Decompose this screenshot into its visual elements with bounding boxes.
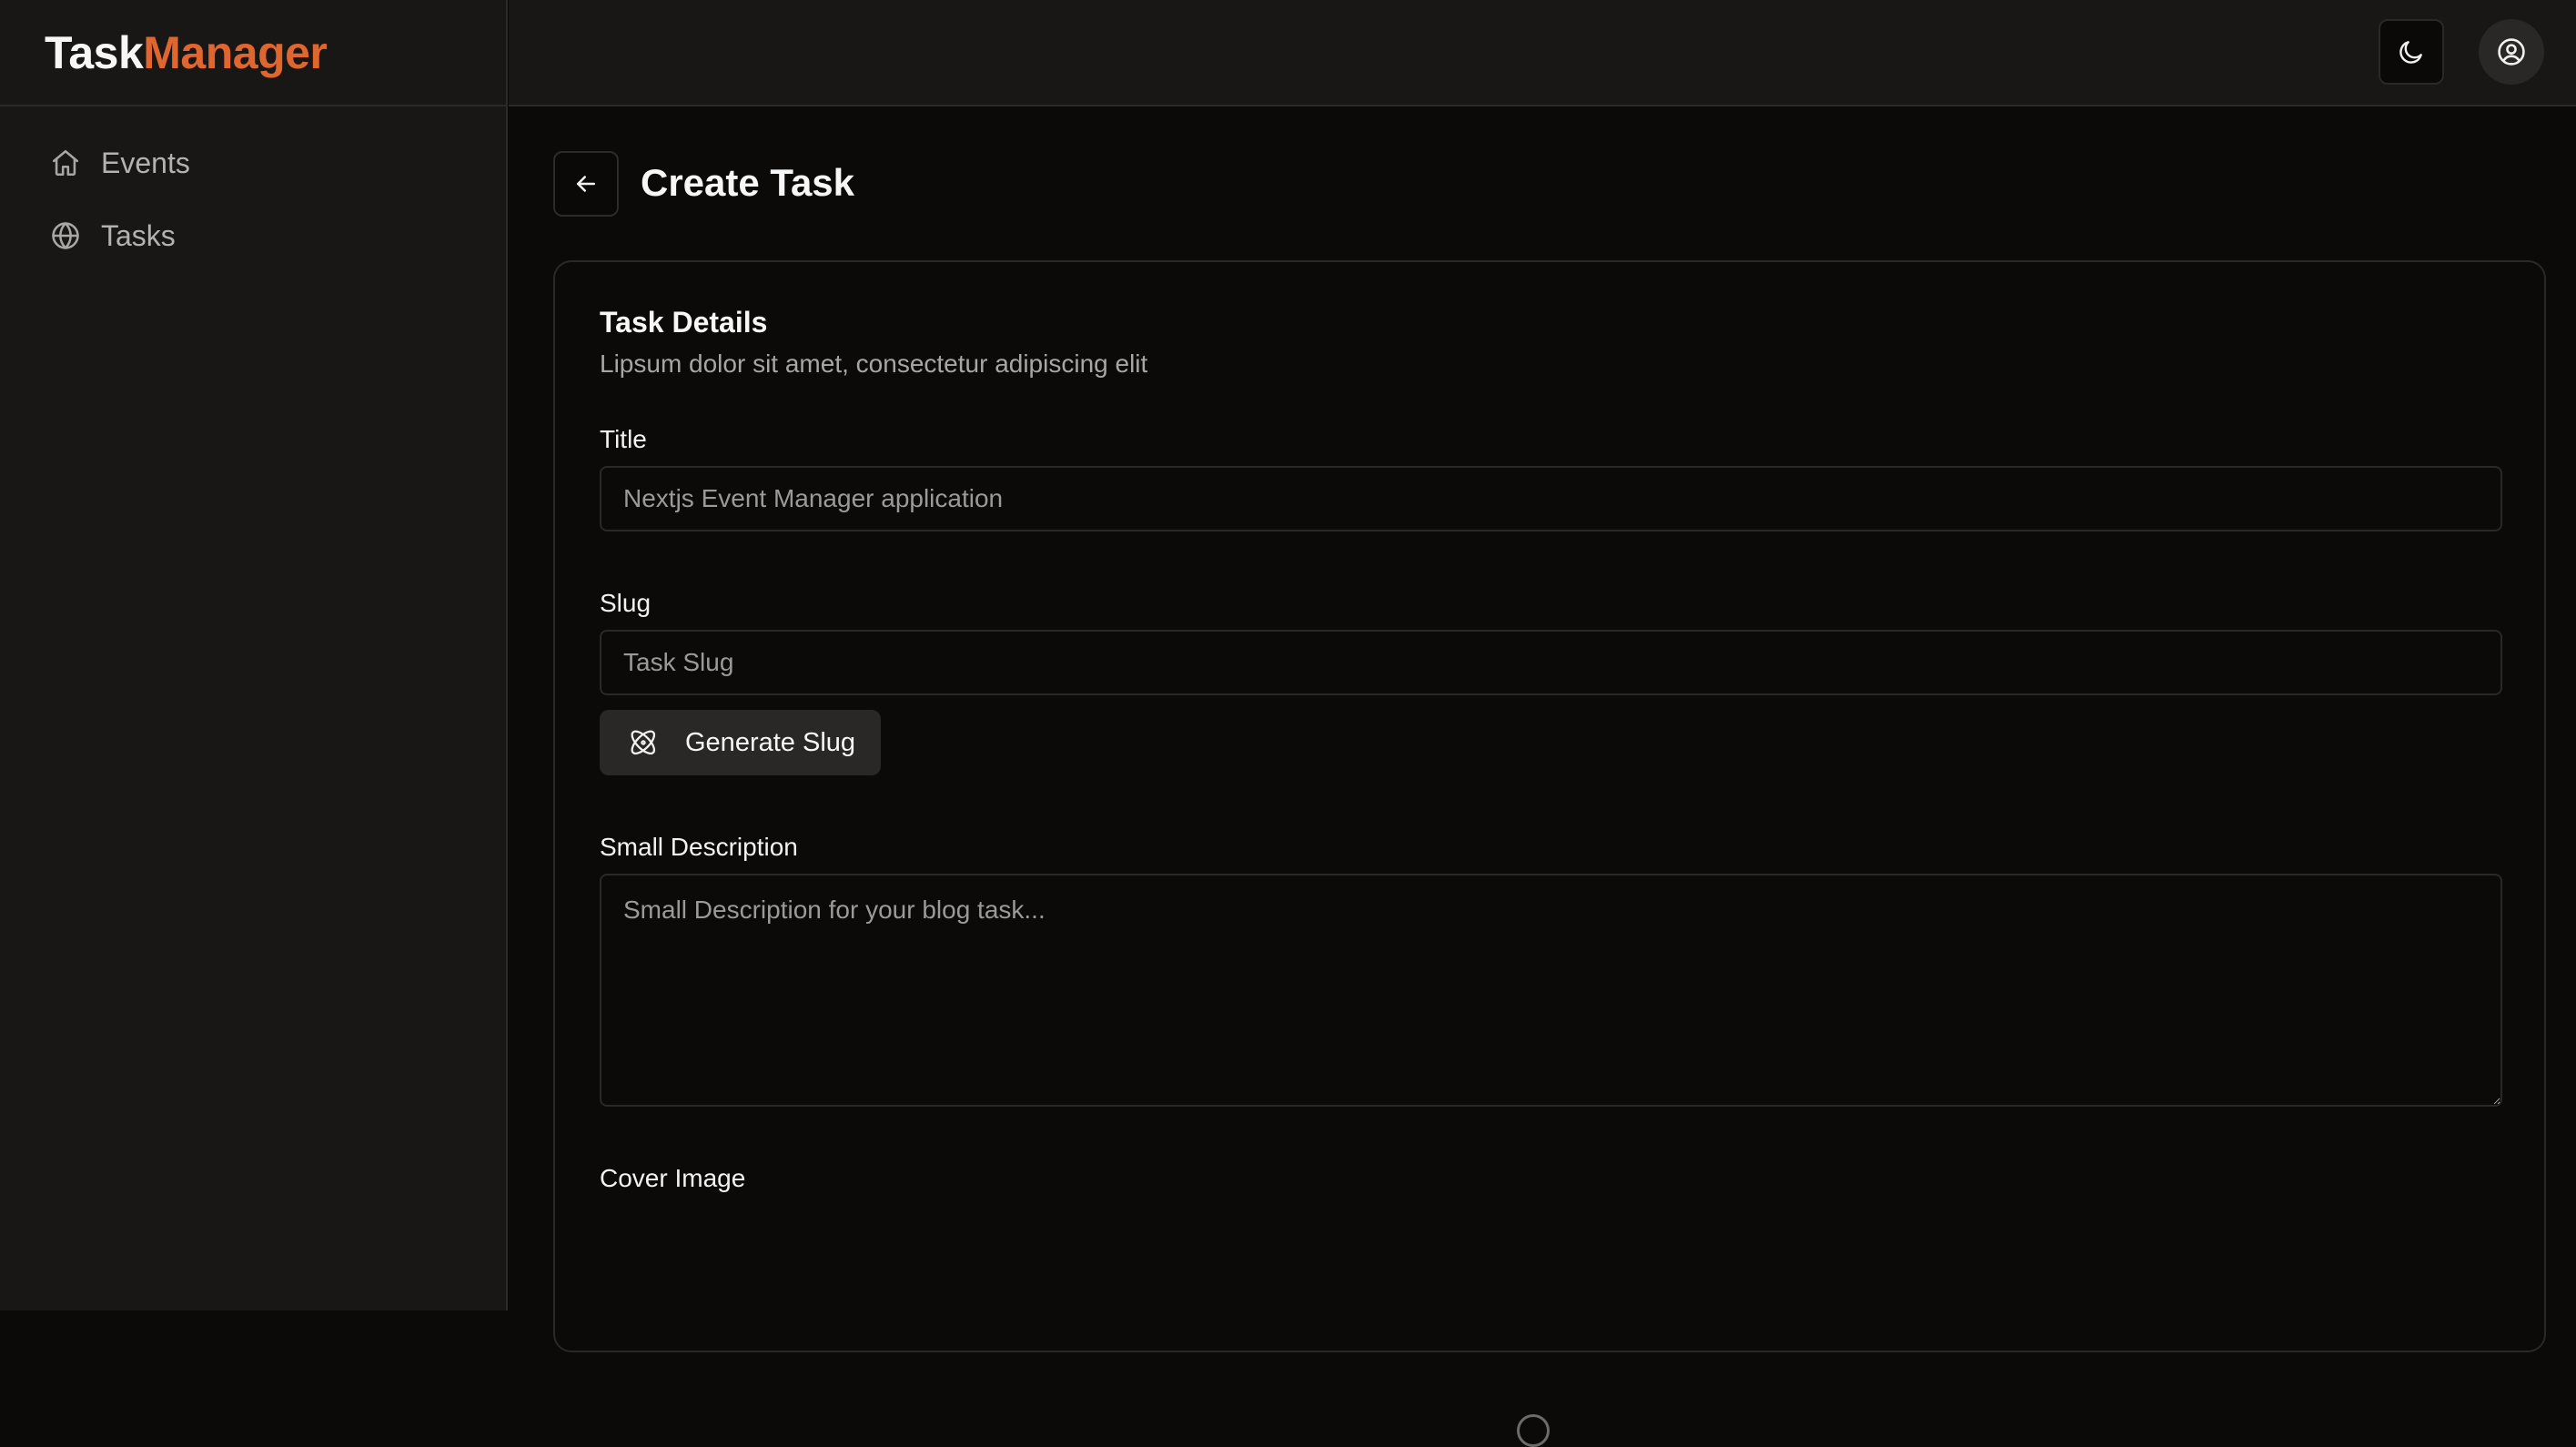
- cover-image-label: Cover Image: [600, 1164, 746, 1192]
- sidebar-nav: Events Tasks: [0, 106, 506, 272]
- globe-icon: [50, 220, 81, 251]
- card-description: Lipsum dolor sit amet, consectetur adipi…: [600, 349, 1148, 378]
- sidebar-item-tasks[interactable]: Tasks: [0, 199, 506, 272]
- sidebar-item-label: Events: [101, 146, 190, 179]
- moon-icon: [2397, 37, 2426, 66]
- generate-slug-button[interactable]: Generate Slug: [600, 710, 881, 775]
- sidebar-item-events[interactable]: Events: [0, 126, 506, 199]
- page-title: Create Task: [641, 161, 855, 204]
- brand-name-part2: Manager: [143, 26, 328, 78]
- brand-name-part1: Task: [45, 26, 144, 78]
- brand-logo[interactable]: Task Manager: [0, 0, 506, 106]
- user-menu-button[interactable]: [2479, 19, 2544, 85]
- back-button[interactable]: [553, 151, 619, 217]
- slug-input[interactable]: [600, 630, 2502, 695]
- theme-toggle-button[interactable]: [2379, 19, 2444, 85]
- atom-icon: [629, 728, 685, 757]
- sidebar-item-label: Tasks: [101, 218, 176, 252]
- generate-slug-label: Generate Slug: [685, 727, 856, 757]
- slug-label: Slug: [600, 589, 652, 617]
- user-circle-icon: [2496, 36, 2527, 67]
- task-details-card: Task Details Lipsum dolor sit amet, cons…: [553, 260, 2546, 1447]
- title-input[interactable]: [600, 466, 2502, 531]
- small-description-textarea[interactable]: [600, 874, 2502, 1107]
- top-header: [509, 0, 2576, 106]
- small-description-label: Small Description: [600, 833, 798, 861]
- home-icon: [50, 147, 81, 178]
- arrow-left-icon: [572, 170, 600, 197]
- card-title: Task Details: [600, 306, 768, 339]
- sidebar: Task Manager Events Tasks: [0, 0, 508, 1310]
- title-label: Title: [600, 425, 647, 453]
- main-content: Create Task Task Details Lipsum dolor si…: [509, 106, 2576, 1447]
- upload-icon: [1517, 1414, 1550, 1447]
